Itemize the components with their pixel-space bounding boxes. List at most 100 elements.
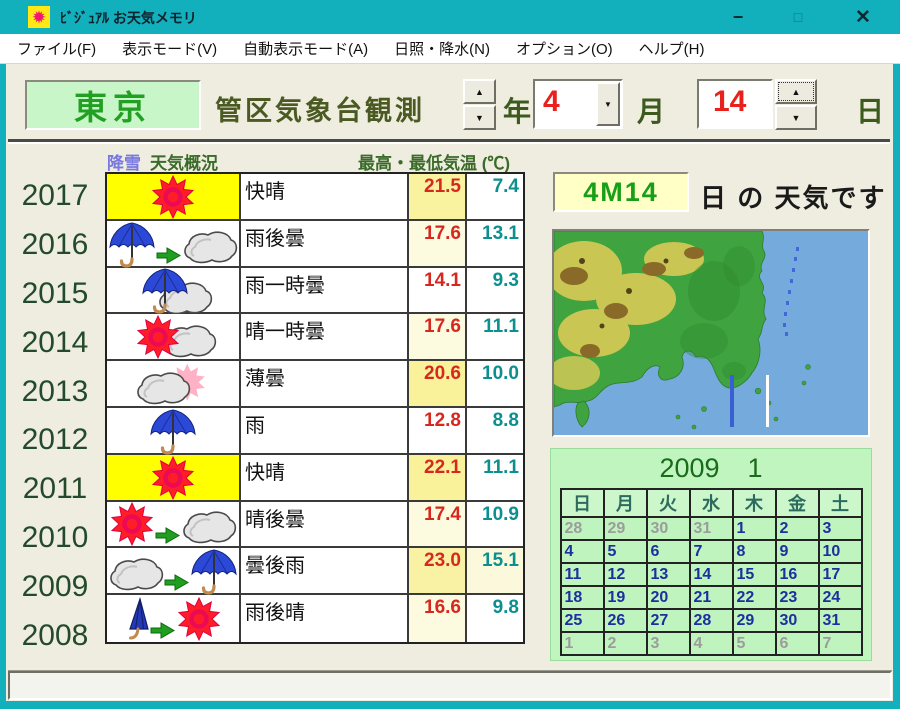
calendar-day[interactable]: 10 (819, 540, 862, 563)
sun-cloud-icon (138, 316, 215, 358)
menu-item-sunshine-precip[interactable]: 日照・降水(N) (381, 34, 503, 64)
calendar-day[interactable]: 27 (647, 609, 690, 632)
calendar-day[interactable]: 23 (776, 586, 819, 609)
year-down-button[interactable]: ▼ (463, 105, 496, 130)
calendar-day[interactable]: 2 (776, 517, 819, 540)
weather-icon-cell (107, 455, 241, 500)
calendar-title: 20091 (551, 449, 871, 484)
min-temp-value: 11.1 (467, 314, 523, 359)
max-temp-value: 23.0 (409, 548, 467, 593)
weather-description: 晴後曇 (241, 502, 409, 547)
weather-icon-cell (107, 361, 241, 406)
menu-item-auto-view-mode[interactable]: 自動表示モード(A) (230, 34, 381, 64)
calendar-day[interactable]: 2 (604, 632, 647, 655)
year-row-label: 2017 (10, 172, 100, 221)
max-temp-value: 14.1 (409, 268, 467, 313)
calendar-day[interactable]: 6 (776, 632, 819, 655)
calendar-weekday-header: 金 (776, 489, 819, 517)
calendar-day[interactable]: 19 (604, 586, 647, 609)
calendar-day[interactable]: 3 (819, 517, 862, 540)
calendar-day[interactable]: 20 (647, 586, 690, 609)
snowfall-column-header: 降雪 (107, 149, 141, 174)
calendar-day[interactable]: 15 (733, 563, 776, 586)
app-sun-icon: ✹ (28, 6, 50, 28)
calendar-day[interactable]: 30 (776, 609, 819, 632)
min-temp-value: 9.3 (467, 268, 523, 313)
sun-icon (153, 457, 193, 499)
calendar-day[interactable]: 1 (733, 517, 776, 540)
calendar-day[interactable]: 25 (561, 609, 604, 632)
max-temp-value: 17.6 (409, 221, 467, 266)
max-temp-value: 22.1 (409, 455, 467, 500)
calendar-day[interactable]: 13 (647, 563, 690, 586)
month-label: 月 (637, 90, 665, 130)
day-field[interactable]: 14 (697, 79, 773, 129)
maximize-button[interactable]: □ (776, 0, 820, 34)
calendar-day[interactable]: 16 (776, 563, 819, 586)
min-temp-value: 11.1 (467, 455, 523, 500)
calendar-day[interactable]: 4 (561, 540, 604, 563)
day-up-button[interactable]: ▲ (775, 79, 817, 104)
min-temp-value: 9.8 (467, 595, 523, 642)
calendar-day[interactable]: 18 (561, 586, 604, 609)
calendar-day[interactable]: 22 (733, 586, 776, 609)
calendar-panel: 20091 日月火水木金土282930311234567891011121314… (550, 448, 872, 661)
month-combobox[interactable]: 4 ▼ (533, 79, 623, 129)
weather-table-row: 快晴21.57.4 (107, 174, 523, 221)
menu-item-view-mode[interactable]: 表示モード(V) (109, 34, 230, 64)
weather-table-row: 雨後晴16.69.8 (107, 595, 523, 642)
day-down-button[interactable]: ▼ (775, 105, 817, 130)
app-window: ✹ ﾋﾞｼﾞｭｱﾙ お天気メモリ − □ ✕ ファイル(F)表示モード(V)自動… (0, 0, 900, 709)
max-temp-value: 12.8 (409, 408, 467, 453)
menu-item-options[interactable]: オプション(O) (503, 34, 626, 64)
calendar-day[interactable]: 8 (733, 540, 776, 563)
calendar-day[interactable]: 14 (690, 563, 733, 586)
month-dropdown-icon[interactable]: ▼ (596, 82, 620, 126)
sun-icon (153, 176, 193, 218)
cloud-icon (111, 560, 162, 590)
calendar-day[interactable]: 17 (819, 563, 862, 586)
calendar-day[interactable]: 30 (647, 517, 690, 540)
max-temp-value: 20.6 (409, 361, 467, 406)
calendar-day[interactable]: 24 (819, 586, 862, 609)
weather-description: 快晴 (241, 174, 409, 219)
calendar-day[interactable]: 31 (819, 609, 862, 632)
minimize-button[interactable]: − (716, 0, 760, 34)
calendar-day[interactable]: 4 (690, 632, 733, 655)
weather-description: 快晴 (241, 455, 409, 500)
calendar-day[interactable]: 11 (561, 563, 604, 586)
calendar-day[interactable]: 29 (604, 517, 647, 540)
weather-description: 雨一時曇 (241, 268, 409, 313)
year-up-button[interactable]: ▲ (463, 79, 496, 104)
close-button[interactable]: ✕ (838, 0, 888, 34)
year-column: 2017201620152014201320122011201020092008 (10, 172, 100, 660)
menu-item-file[interactable]: ファイル(F) (4, 34, 109, 64)
month-value: 4 (535, 81, 595, 127)
cloud-icon (185, 232, 236, 262)
calendar-day[interactable]: 29 (733, 609, 776, 632)
calendar-day[interactable]: 28 (561, 517, 604, 540)
calendar-day[interactable]: 5 (733, 632, 776, 655)
calendar-day[interactable]: 7 (690, 540, 733, 563)
calendar-day[interactable]: 7 (819, 632, 862, 655)
calendar-day[interactable]: 6 (647, 540, 690, 563)
weather-table-row: 雨12.88.8 (107, 408, 523, 455)
calendar-day[interactable]: 28 (690, 609, 733, 632)
max-temp-value: 21.5 (409, 174, 467, 219)
year-row-label: 2016 (10, 221, 100, 270)
calendar-day[interactable]: 3 (647, 632, 690, 655)
day-label: 日 (856, 90, 884, 130)
calendar-day[interactable]: 12 (604, 563, 647, 586)
max-temp-value: 17.6 (409, 314, 467, 359)
year-row-label: 2011 (10, 465, 100, 514)
calendar-day[interactable]: 21 (690, 586, 733, 609)
sun-icon (112, 503, 152, 545)
calendar-day[interactable]: 31 (690, 517, 733, 540)
calendar-day[interactable]: 9 (776, 540, 819, 563)
year-spinner: ▲ ▼ (463, 79, 496, 131)
calendar-day[interactable]: 26 (604, 609, 647, 632)
window-border-right (893, 64, 900, 709)
menu-item-help[interactable]: ヘルプ(H) (626, 34, 718, 64)
calendar-day[interactable]: 5 (604, 540, 647, 563)
calendar-day[interactable]: 1 (561, 632, 604, 655)
